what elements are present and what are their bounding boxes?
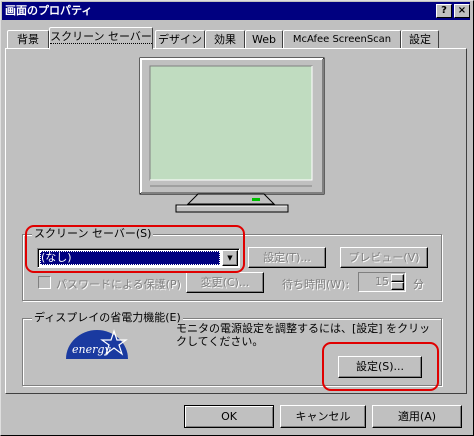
wait-time-unit: 分 <box>413 278 424 291</box>
energy-star-logo: energy <box>66 329 128 359</box>
tab-label: Web <box>252 33 276 46</box>
highlight-power-settings <box>322 342 439 391</box>
wait-time-value: 15 <box>375 275 389 288</box>
button-label: 変更(C)... <box>200 276 250 289</box>
title-bar[interactable]: 画面のプロパティ <box>2 2 470 20</box>
button-label: 設定(T)... <box>263 251 311 264</box>
cancel-button[interactable]: キャンセル <box>280 405 366 428</box>
tab-effects[interactable]: 効果 <box>205 30 245 49</box>
close-button[interactable]: × <box>454 4 470 18</box>
change-password-button[interactable]: 変更(C)... <box>186 272 264 293</box>
spin-down-button[interactable] <box>391 282 404 290</box>
preview-button[interactable]: プレビュー(V) <box>340 247 428 268</box>
tab-mcafee-screenscan[interactable]: McAfee ScreenScan <box>283 30 401 49</box>
tab-design[interactable]: デザイン <box>155 30 205 49</box>
password-checkbox[interactable] <box>38 276 51 289</box>
tab-label: 設定 <box>409 33 431 46</box>
window-title: 画面のプロパティ <box>5 4 93 17</box>
help-button[interactable]: ? <box>436 4 452 18</box>
button-label: OK <box>221 410 237 423</box>
ok-button[interactable]: OK <box>184 405 274 428</box>
tab-label: 効果 <box>214 33 236 46</box>
tab-background[interactable]: 背景 <box>7 30 49 49</box>
wait-time-spinner[interactable]: 15 <box>358 272 406 292</box>
highlight-screensaver-select <box>25 225 245 273</box>
spin-up-button[interactable] <box>391 274 404 282</box>
tab-screensaver[interactable]: スクリーン セーバー <box>49 27 153 50</box>
apply-button[interactable]: 適用(A) <box>372 405 462 428</box>
button-label: キャンセル <box>295 410 351 423</box>
tab-label: 背景 <box>17 33 39 46</box>
monitor-icon <box>139 57 325 213</box>
button-label: プレビュー(V) <box>348 251 420 264</box>
screensaver-settings-button[interactable]: 設定(T)... <box>248 247 326 268</box>
tab-label: McAfee ScreenScan <box>292 34 392 45</box>
close-icon: × <box>457 5 467 16</box>
question-icon: ? <box>441 5 447 16</box>
button-label: 適用(A) <box>397 410 437 423</box>
tab-settings[interactable]: 設定 <box>401 30 439 49</box>
power-group-label: ディスプレイの省電力機能(E) <box>32 311 183 324</box>
password-label: パスワードによる保護(P) <box>56 278 181 291</box>
tab-web[interactable]: Web <box>245 30 283 49</box>
tab-label: デザイン <box>158 33 202 46</box>
wait-time-label: 待ち時間(W): <box>282 278 350 291</box>
tab-label: スクリーン セーバー <box>50 30 152 44</box>
